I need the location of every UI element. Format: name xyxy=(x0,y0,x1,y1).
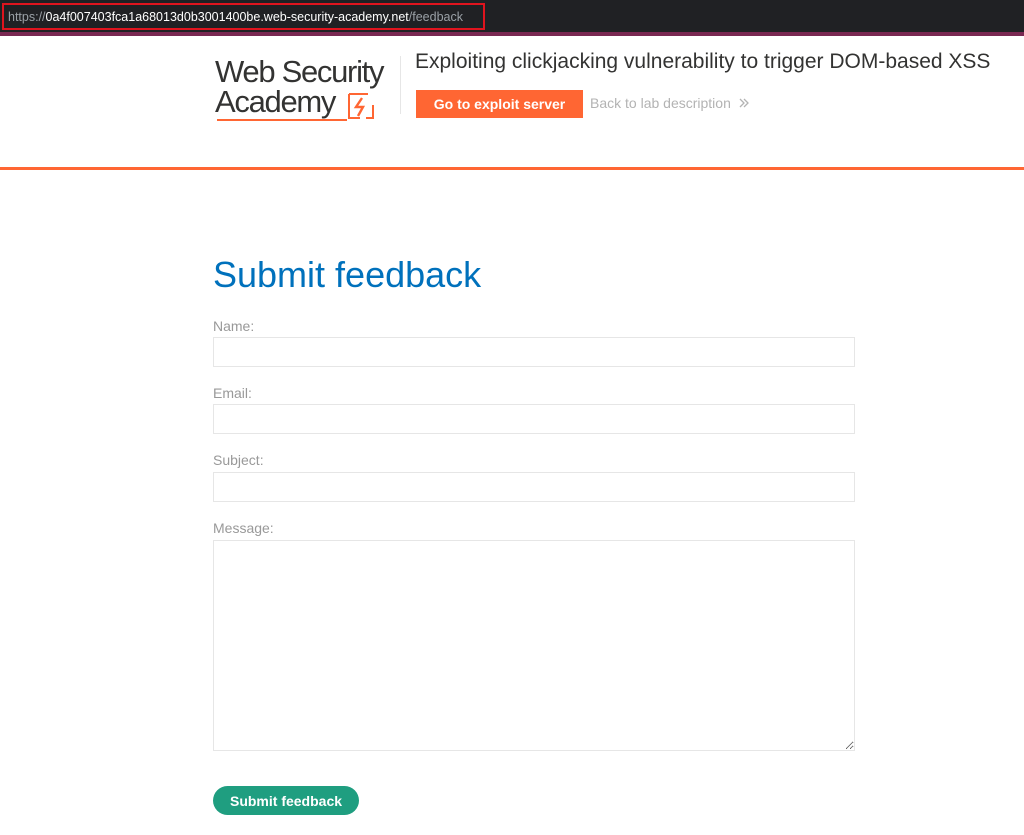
lab-title: Exploiting clickjacking vulnerability to… xyxy=(415,50,991,73)
url-path: /feedback xyxy=(408,9,463,24)
submit-feedback-button[interactable]: Submit feedback xyxy=(213,786,359,815)
name-label: Name: xyxy=(213,318,255,334)
chevron-double-right-icon xyxy=(739,98,749,108)
logo-text-line2: Academy xyxy=(215,84,336,119)
logo-underline xyxy=(217,119,347,121)
header-orange-rule xyxy=(0,167,1024,170)
url-scheme: https:// xyxy=(8,9,46,24)
lightning-bolt-icon xyxy=(348,93,374,119)
subject-input[interactable] xyxy=(213,472,855,502)
message-label: Message: xyxy=(213,520,274,536)
browser-address-bar: https://0a4f007403fca1a68013d0b3001400be… xyxy=(0,0,1024,32)
back-link-label: Back to lab description xyxy=(590,95,731,111)
back-to-lab-description-link[interactable]: Back to lab description xyxy=(590,95,751,111)
name-input[interactable] xyxy=(213,337,855,367)
url-field[interactable]: https://0a4f007403fca1a68013d0b3001400be… xyxy=(2,3,485,30)
email-label: Email: xyxy=(213,385,252,401)
url-host: 0a4f007403fca1a68013d0b3001400be.web-sec… xyxy=(45,9,409,24)
web-security-academy-logo[interactable]: Web Security Academy xyxy=(215,55,400,125)
page-title: Submit feedback xyxy=(213,254,482,295)
message-textarea[interactable] xyxy=(213,540,855,751)
header-divider xyxy=(400,56,401,114)
subject-label: Subject: xyxy=(213,452,264,468)
email-input[interactable] xyxy=(213,404,855,434)
go-to-exploit-server-button[interactable]: Go to exploit server xyxy=(416,90,583,118)
